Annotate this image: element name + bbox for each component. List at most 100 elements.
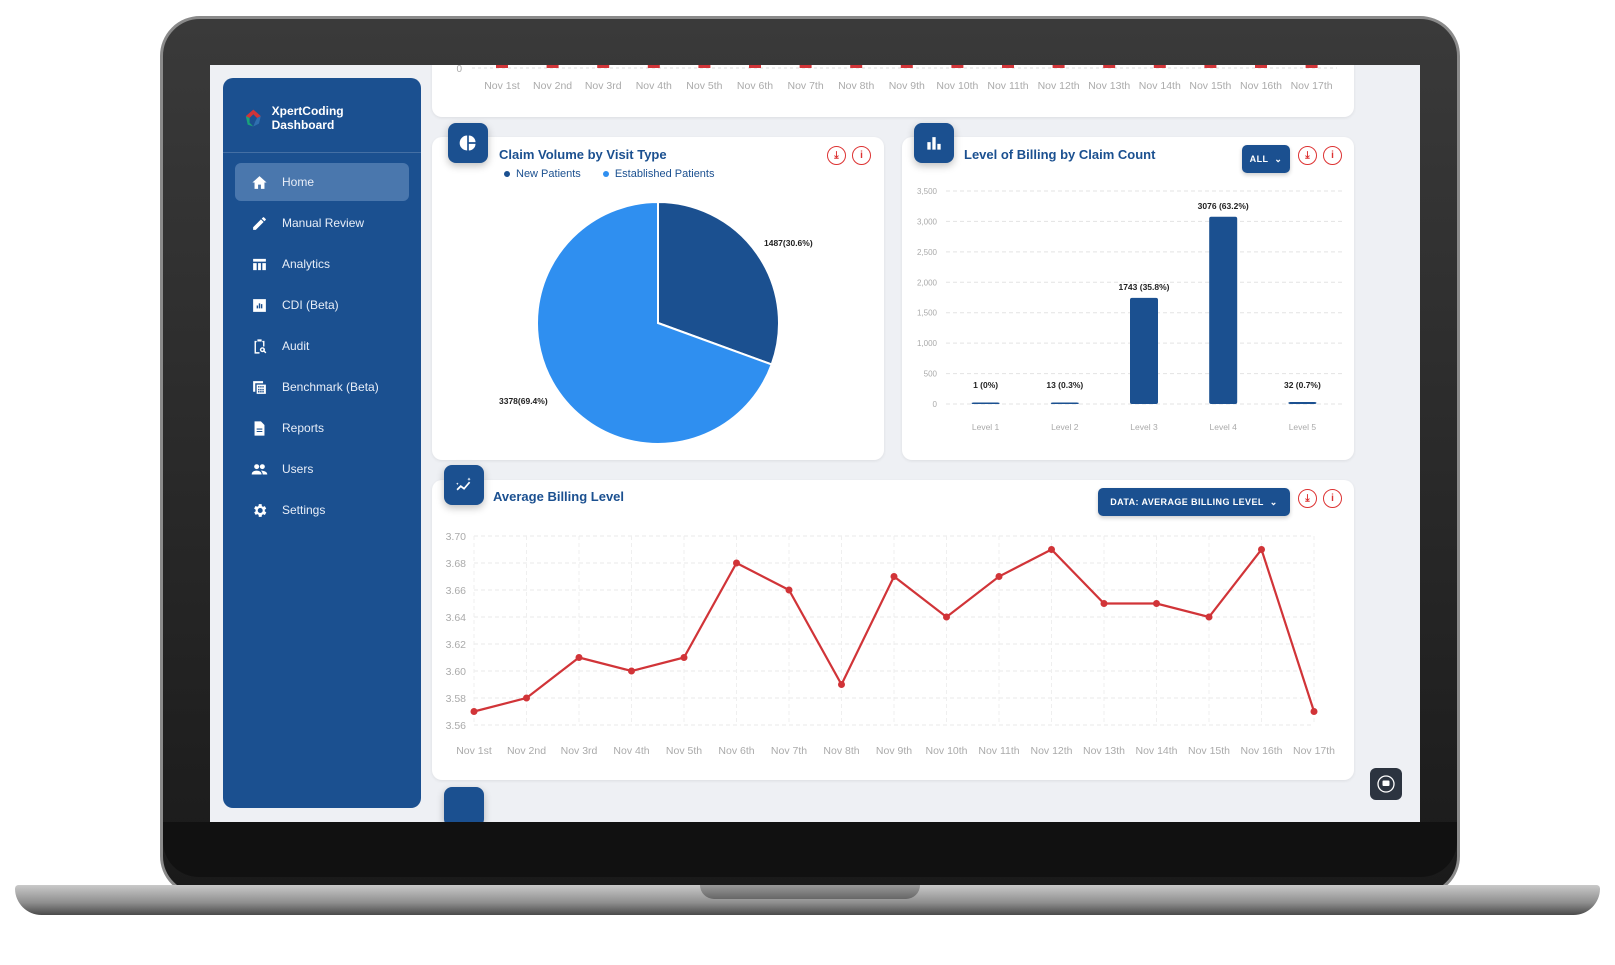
info-button[interactable]: i	[1323, 489, 1342, 508]
daily-bar	[900, 65, 913, 68]
x-tick-label: Nov 11th	[987, 80, 1028, 92]
next-card-badge	[444, 787, 484, 822]
app-title: XpertCoding Dashboard	[271, 104, 344, 132]
chevron-down-icon: ⌄	[1269, 496, 1278, 507]
sidebar-item-label: Home	[282, 175, 315, 189]
brand[interactable]: XpertCoding Dashboard	[223, 78, 421, 153]
sidebar-item-manual-review[interactable]: Manual Review	[235, 204, 409, 242]
data-point	[1205, 613, 1213, 621]
daily-bar	[799, 65, 812, 68]
sidebar-item-benchmark[interactable]: Benchmark (Beta)	[235, 368, 409, 406]
card-title: Claim Volume by Visit Type	[499, 147, 667, 162]
daily-bar	[597, 65, 610, 68]
sidebar-item-users[interactable]: Users	[235, 450, 409, 488]
data-point	[1258, 546, 1265, 553]
data-point	[838, 681, 845, 688]
sidebar-item-label: Analytics	[282, 257, 331, 271]
bar	[1050, 402, 1079, 404]
download-icon: ⤓	[1305, 493, 1310, 504]
billing-level-bar-chart: 0 500 1,000 1,500 2,000 2,500 3,000 3,500 1 (0%)…	[917, 187, 1342, 432]
x-tick-label: Nov 1st	[484, 80, 520, 92]
daily-bar-chart: 0 Nov 1st Nov 2nd Nov 3rd Nov 4th Nov 5th Nov …	[456, 65, 1337, 92]
claim-volume-card: 1487(30.6%) 3378(69.4%) Claim Volume by V…	[432, 137, 884, 460]
billing-level-card: 0 500 1,000 1,500 2,000 2,500 3,000 3,500 1 (0%)…	[902, 137, 1354, 460]
calculator-icon	[253, 380, 266, 394]
y-tick-label: 3,500	[917, 187, 938, 196]
y-tick-label: 3.60	[446, 666, 467, 678]
daily-bar	[1305, 65, 1318, 68]
daily-bar	[698, 65, 711, 68]
x-tick-label: Nov 15th	[1189, 80, 1231, 92]
card-title: Level of Billing by Claim Count	[964, 147, 1156, 162]
pie-card-badge	[448, 123, 488, 163]
card-title: Average Billing Level	[493, 489, 625, 504]
info-button[interactable]: i	[852, 146, 871, 165]
x-tick-label: Nov 8th	[823, 745, 859, 757]
y-tick-label: 3.70	[446, 531, 467, 543]
daily-bar	[1002, 65, 1014, 68]
pie-data-label: 1487(30.6%)	[764, 238, 813, 248]
x-tick-label: Nov 2nd	[533, 80, 572, 92]
data-point	[1048, 546, 1055, 553]
data-point	[1100, 600, 1108, 607]
sidebar-item-label: CDI (Beta)	[282, 298, 339, 312]
data-point	[523, 694, 530, 702]
sidebar-item-settings[interactable]: Settings	[235, 491, 409, 529]
download-icon: ⤓	[834, 150, 839, 161]
sidebar-item-home[interactable]: Home	[235, 163, 409, 201]
x-tick-label: Nov 17th	[1293, 745, 1335, 757]
daily-bar	[1052, 65, 1065, 68]
x-tick-label: Nov 5th	[686, 80, 722, 92]
level-filter-dropdown[interactable]: ALL ⌄	[1242, 145, 1290, 173]
pie-data-label: 3378(69.4%)	[499, 396, 548, 406]
bar-data-label: 3076 (63.2%)	[1198, 201, 1249, 211]
y-tick-label: 3.62	[446, 639, 467, 651]
sidebar-item-cdi[interactable]: CDI (Beta)	[235, 286, 409, 324]
bar-data-label: 13 (0.3%)	[1046, 380, 1083, 390]
x-tick-label: Level 2	[1051, 422, 1079, 432]
x-tick-label: Nov 5th	[666, 745, 702, 757]
x-tick-label: Nov 14th	[1139, 80, 1181, 92]
download-button[interactable]: ⤓	[1298, 146, 1317, 165]
bar	[1209, 216, 1238, 404]
x-tick-label: Level 5	[1289, 422, 1317, 432]
info-icon: i	[860, 150, 863, 161]
x-tick-label: Nov 8th	[838, 80, 874, 92]
sidebar-item-label: Users	[282, 462, 314, 476]
sidebar-item-analytics[interactable]: Analytics	[235, 245, 409, 283]
download-button[interactable]: ⤓	[827, 146, 846, 165]
sidebar-item-label: Manual Review	[282, 216, 365, 230]
x-tick-label: Nov 16th	[1240, 745, 1282, 757]
x-tick-label: Nov 7th	[771, 745, 807, 757]
laptop-notch	[700, 885, 920, 899]
sidebar-item-audit[interactable]: Audit	[235, 327, 409, 365]
sidebar-item-reports[interactable]: Reports	[235, 409, 409, 447]
info-icon: i	[1331, 150, 1334, 161]
data-point	[680, 654, 688, 661]
line-card-badge	[444, 465, 484, 505]
x-tick-label: Nov 3rd	[585, 80, 622, 92]
data-select-dropdown[interactable]: DATA: AVERAGE BILLING LEVEL ⌄	[1098, 488, 1290, 516]
legend-item-new-patients[interactable]: New Patients	[504, 168, 581, 180]
chat-button[interactable]	[1370, 768, 1402, 800]
bar	[1130, 297, 1158, 404]
x-tick-label: Nov 9th	[876, 745, 912, 757]
download-button[interactable]: ⤓	[1298, 489, 1317, 508]
x-tick-label: Level 3	[1130, 422, 1158, 432]
x-tick-label: Nov 9th	[889, 80, 925, 92]
legend-item-established-patients[interactable]: Established Patients	[602, 168, 714, 180]
y-tick-label: 3.68	[446, 558, 467, 570]
x-tick-label: Nov 13th	[1088, 80, 1130, 92]
y-tick-label: 0	[456, 65, 462, 75]
gear-icon	[254, 503, 267, 517]
x-tick-label: Nov 17th	[1291, 80, 1333, 92]
pie-chart-icon	[459, 135, 476, 151]
data-point	[785, 586, 793, 594]
sidebar-item-label: Benchmark (Beta)	[282, 380, 379, 394]
info-button[interactable]: i	[1323, 146, 1342, 165]
chart-box-icon	[253, 298, 266, 312]
x-tick-label: Nov 12th	[1030, 745, 1072, 757]
chat-icon	[1377, 775, 1395, 793]
data-point	[1153, 600, 1160, 607]
x-tick-label: Nov 2nd	[507, 745, 546, 757]
